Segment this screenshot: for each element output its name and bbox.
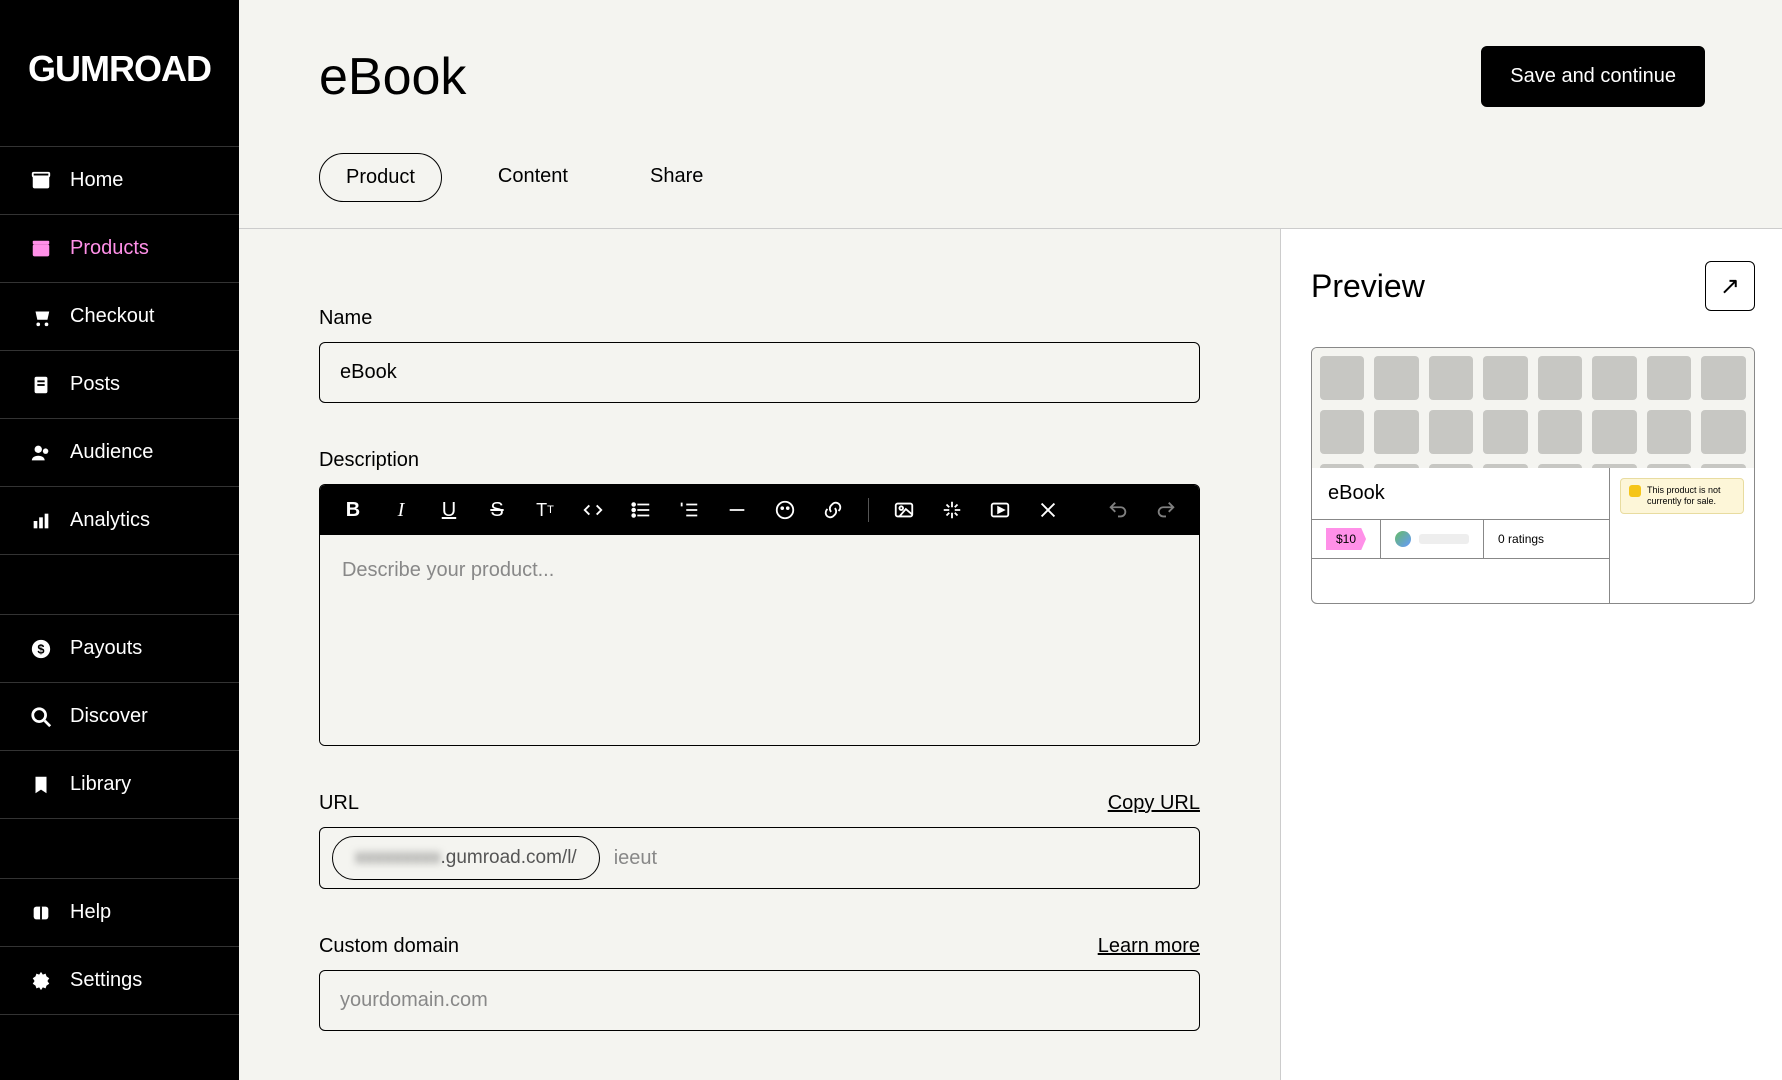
settings-icon [30, 970, 52, 992]
url-label: URL [319, 792, 359, 815]
name-input[interactable] [319, 342, 1200, 403]
image-icon[interactable] [891, 497, 917, 523]
form-column: Name Description B I U S TT [239, 229, 1280, 1080]
name-label: Name [319, 307, 372, 330]
avatar-icon [1395, 531, 1411, 547]
sparkle-icon[interactable] [939, 497, 965, 523]
preview-title: Preview [1311, 268, 1425, 305]
italic-icon[interactable]: I [388, 497, 414, 523]
sidebar-item-posts[interactable]: Posts [0, 351, 239, 419]
horizontal-rule-icon[interactable] [724, 497, 750, 523]
tab-share[interactable]: Share [624, 153, 729, 202]
sidebar-item-payouts[interactable]: $ Payouts [0, 615, 239, 683]
learn-more-link[interactable]: Learn more [1098, 935, 1200, 958]
underline-icon[interactable]: U [436, 497, 462, 523]
strikethrough-icon[interactable]: S [484, 497, 510, 523]
sidebar-item-label: Posts [70, 373, 120, 396]
url-prefix-pill: xxxxxxxxx.gumroad.com/l/ [332, 836, 600, 880]
save-and-continue-button[interactable]: Save and continue [1481, 46, 1705, 107]
sidebar-item-label: Help [70, 901, 111, 924]
sidebar-item-help[interactable]: Help [0, 879, 239, 947]
preview-alert: This product is not currently for sale. [1620, 478, 1744, 514]
preview-cover [1312, 348, 1754, 468]
sidebar-item-settings[interactable]: Settings [0, 947, 239, 1015]
sidebar-item-label: Settings [70, 969, 142, 992]
library-icon [30, 774, 52, 796]
page-title: eBook [319, 47, 466, 107]
svg-text:$: $ [37, 641, 44, 656]
url-input[interactable]: xxxxxxxxx.gumroad.com/l/ [319, 827, 1200, 889]
preview-card: eBook $10 0 ratings This product [1311, 347, 1755, 604]
sidebar-item-label: Analytics [70, 509, 150, 532]
copy-url-link[interactable]: Copy URL [1108, 792, 1200, 815]
preview-price-badge: $10 [1326, 528, 1366, 550]
text-size-icon[interactable]: TT [532, 497, 558, 523]
custom-domain-label: Custom domain [319, 935, 459, 958]
main: eBook Save and continue Product Content … [239, 0, 1782, 1080]
sidebar-item-analytics[interactable]: Analytics [0, 487, 239, 555]
description-label: Description [319, 449, 419, 472]
redo-icon[interactable] [1153, 497, 1179, 523]
sidebar-item-library[interactable]: Library [0, 751, 239, 819]
open-preview-button[interactable]: ↗ [1705, 261, 1755, 311]
products-icon [30, 238, 52, 260]
sidebar-item-discover[interactable]: Discover [0, 683, 239, 751]
sidebar-item-audience[interactable]: Audience [0, 419, 239, 487]
warning-icon [1629, 485, 1641, 497]
audience-icon [30, 442, 52, 464]
sidebar: GUMROAD Home Products Checkout [0, 0, 239, 1080]
video-icon[interactable] [987, 497, 1013, 523]
discover-icon [30, 706, 52, 728]
sidebar-item-label: Checkout [70, 305, 155, 328]
home-icon [30, 170, 52, 192]
posts-icon [30, 374, 52, 396]
code-icon[interactable] [580, 497, 606, 523]
numbered-list-icon[interactable] [676, 497, 702, 523]
brand-logo: GUMROAD [28, 48, 211, 90]
checkout-icon [30, 306, 52, 328]
sidebar-item-checkout[interactable]: Checkout [0, 283, 239, 351]
url-slug-input[interactable] [614, 847, 1187, 870]
sidebar-item-products[interactable]: Products [0, 215, 239, 283]
description-textarea[interactable]: Describe your product... [320, 535, 1199, 745]
sidebar-item-label: Payouts [70, 637, 142, 660]
description-editor: B I U S TT [319, 484, 1200, 746]
tab-product[interactable]: Product [319, 153, 442, 202]
payouts-icon: $ [30, 638, 52, 660]
link-icon[interactable] [820, 497, 846, 523]
tab-content[interactable]: Content [472, 153, 594, 202]
sidebar-item-label: Audience [70, 441, 153, 464]
sidebar-item-label: Home [70, 169, 123, 192]
preview-product-name: eBook [1312, 468, 1609, 520]
sidebar-item-label: Products [70, 237, 149, 260]
sidebar-item-label: Library [70, 773, 131, 796]
x-icon[interactable] [1035, 497, 1061, 523]
preview-panel: Preview ↗ eBook [1280, 229, 1782, 1080]
editor-toolbar: B I U S TT [320, 485, 1199, 535]
preview-seller [1381, 520, 1484, 558]
bullet-list-icon[interactable] [628, 497, 654, 523]
sidebar-item-home[interactable]: Home [0, 147, 239, 215]
arrow-up-right-icon: ↗ [1720, 272, 1740, 301]
quote-icon[interactable] [772, 497, 798, 523]
bold-icon[interactable]: B [340, 497, 366, 523]
help-icon [30, 902, 52, 924]
preview-ratings: 0 ratings [1484, 520, 1609, 558]
analytics-icon [30, 510, 52, 532]
toolbar-separator [868, 498, 869, 522]
undo-icon[interactable] [1105, 497, 1131, 523]
tabs: Product Content Share [319, 153, 1705, 202]
custom-domain-input[interactable] [319, 970, 1200, 1031]
sidebar-item-label: Discover [70, 705, 148, 728]
